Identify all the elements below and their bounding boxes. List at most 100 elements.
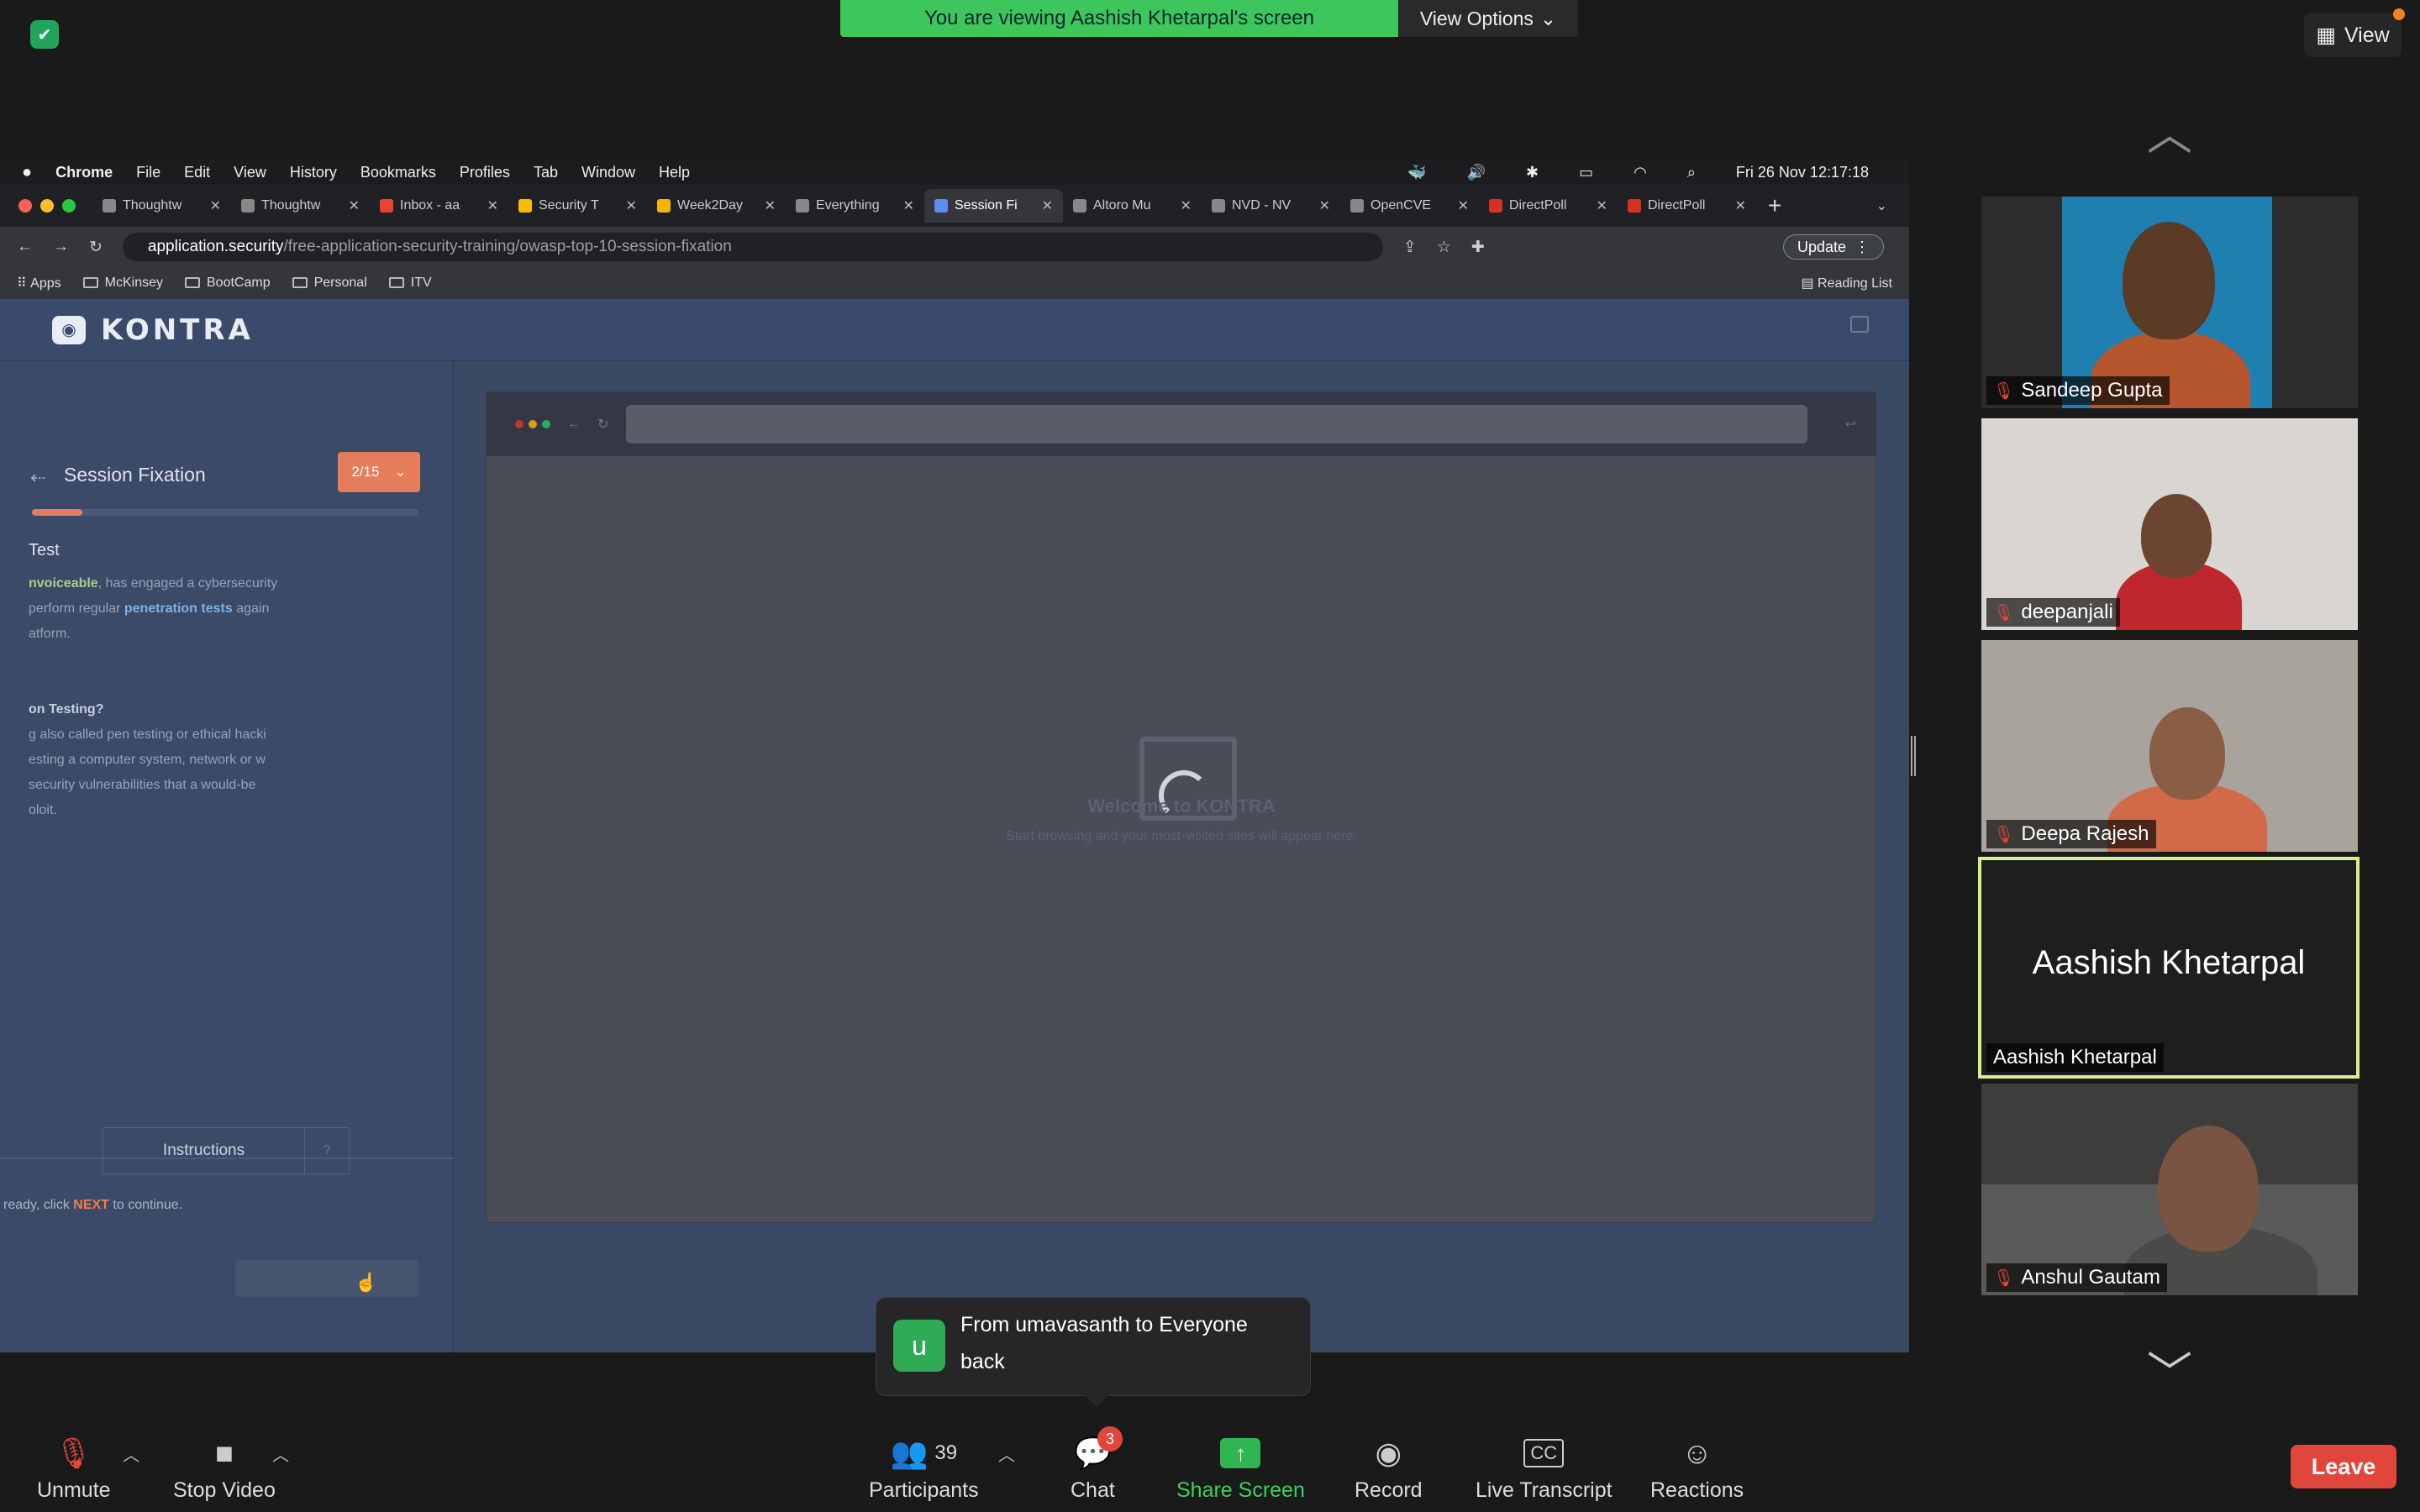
share-screen-button[interactable]: ↑ Share Screen [1176, 1435, 1305, 1503]
text-span: perform regular [29, 601, 124, 616]
url-field[interactable]: application.security/free-application-se… [122, 233, 1383, 261]
close-icon[interactable]: ✕ [1181, 197, 1192, 214]
forward-icon[interactable]: → [53, 238, 69, 256]
menu-history[interactable]: History [290, 164, 337, 181]
close-icon[interactable]: ✕ [765, 197, 776, 214]
close-window-icon[interactable] [18, 199, 32, 213]
bookmark-folder[interactable]: BootCamp [185, 276, 271, 291]
unmute-button[interactable]: 🎙 Unmute [37, 1435, 111, 1503]
unmute-label: Unmute [37, 1478, 111, 1502]
browser-tab[interactable]: Security T ✕ [508, 189, 647, 223]
mic-off-icon: 🎙 [1993, 1268, 2015, 1288]
browser-tab[interactable]: DirectPoll ✕ [1479, 189, 1618, 223]
bookmark-folder[interactable]: McKinsey [82, 276, 163, 291]
docker-icon: 🐳 [1407, 163, 1427, 181]
close-icon[interactable]: ✕ [1458, 197, 1469, 214]
participant-tile[interactable]: 🎙 Sandeep Gupta [1981, 197, 2358, 408]
browser-tab[interactable]: Everything ✕ [786, 189, 924, 223]
split-view-handle[interactable] [1911, 736, 1916, 776]
back-icon[interactable]: ← [567, 417, 581, 432]
menu-file[interactable]: File [136, 164, 160, 181]
update-label: Update [1797, 238, 1846, 255]
view-button[interactable]: ▦ View [2304, 13, 2402, 57]
close-icon[interactable]: ✕ [349, 197, 360, 214]
chevron-up-icon[interactable]: ︿ [2139, 112, 2200, 157]
close-icon[interactable]: ✕ [487, 197, 498, 214]
menu-edit[interactable]: Edit [184, 164, 210, 181]
audio-options-caret-icon[interactable]: ︿ [123, 1441, 139, 1466]
participant-tile[interactable]: 🎙 Deepa Rajesh [1981, 640, 2358, 852]
company-name: nvoiceable [29, 576, 98, 591]
participant-tile[interactable]: 🎙 Anshul Gautam [1981, 1084, 2358, 1295]
leave-button[interactable]: Leave [2291, 1445, 2396, 1488]
extensions-icon[interactable]: ✚ [1471, 238, 1485, 257]
close-icon[interactable]: ✕ [1735, 197, 1746, 214]
bookmark-folder[interactable]: ITV [388, 276, 432, 291]
participant-name: Deepa Rajesh [2021, 822, 2149, 845]
menu-profiles[interactable]: Profiles [460, 164, 510, 181]
menu-bookmarks[interactable]: Bookmarks [360, 164, 436, 181]
participants-button[interactable]: 👥 39 Participants [869, 1435, 979, 1503]
browser-tab-active[interactable]: Session Fi ✕ [924, 189, 1063, 223]
maximize-window-icon[interactable] [62, 199, 76, 213]
security-shield-icon[interactable]: ✔ [30, 20, 59, 49]
back-arrow-icon[interactable]: ⇠ [30, 467, 45, 489]
back-icon[interactable]: ← [17, 238, 33, 256]
browser-tab[interactable]: Altoro Mu ✕ [1063, 189, 1202, 223]
browser-tab[interactable]: Week2Day ✕ [647, 189, 786, 223]
record-button[interactable]: ◉ Record [1355, 1435, 1423, 1503]
mic-off-icon: 🎙 [1993, 381, 2015, 401]
next-button[interactable] [235, 1260, 418, 1297]
reload-icon[interactable]: ↻ [597, 416, 608, 433]
active-speaker-tile[interactable]: Aashish Khetarpal Aashish Khetarpal [1978, 857, 2360, 1079]
instructions-tab[interactable]: Instructions? [103, 1127, 350, 1174]
close-icon[interactable]: ✕ [903, 197, 914, 214]
browser-tab[interactable]: OpenCVE ✕ [1340, 189, 1479, 223]
help-icon[interactable]: ? [305, 1128, 349, 1173]
browser-tab[interactable]: DirectPoll ✕ [1618, 189, 1756, 223]
reading-list-button[interactable]: ▤ Reading List [1801, 275, 1892, 291]
exit-icon[interactable] [1850, 316, 1869, 333]
menu-view[interactable]: View [234, 164, 266, 181]
stop-video-button[interactable]: ■ Stop Video [173, 1435, 276, 1503]
tab-search-icon[interactable]: ⌄ [1876, 197, 1887, 214]
close-icon[interactable]: ✕ [1597, 197, 1607, 214]
browser-tab[interactable]: NVD - NV ✕ [1202, 189, 1340, 223]
view-options-button[interactable]: View Options ⌄ [1398, 0, 1578, 37]
browser-tab[interactable]: Thoughtw ✕ [92, 189, 231, 223]
enter-icon[interactable]: ↩ [1845, 416, 1856, 433]
video-options-caret-icon[interactable]: ︿ [272, 1441, 289, 1466]
browser-tab[interactable]: Thoughtw ✕ [231, 189, 370, 223]
new-tab-icon[interactable]: + [1768, 192, 1781, 219]
bookmark-apps[interactable]: ⠿ Apps [17, 275, 61, 291]
reactions-button[interactable]: ☺ Reactions [1650, 1435, 1744, 1503]
minimize-window-icon[interactable] [40, 199, 54, 213]
video-camera-icon: ■ [215, 1436, 234, 1470]
kontra-header: ◉ KONTRA [0, 299, 1909, 361]
live-transcript-button[interactable]: CC Live Transcript [1476, 1435, 1612, 1503]
menu-window[interactable]: Window [581, 164, 635, 181]
tab-label: Everything [816, 198, 880, 213]
close-icon[interactable]: ✕ [1042, 197, 1053, 214]
browser-tab[interactable]: Inbox - aa ✕ [370, 189, 508, 223]
close-icon[interactable]: ✕ [210, 197, 221, 214]
step-selector[interactable]: 2/15 ⌄ [338, 452, 420, 492]
close-icon[interactable]: ✕ [626, 197, 637, 214]
chat-notification[interactable]: u From umavasanth to Everyone back [876, 1297, 1311, 1407]
share-icon[interactable]: ⇪ [1403, 238, 1417, 257]
participant-tile[interactable]: 🎙 deepanjali [1981, 418, 2358, 630]
tab-label: DirectPoll [1648, 198, 1706, 213]
bookmark-folder[interactable]: Personal [292, 276, 367, 291]
tab-label: Altoro Mu [1093, 198, 1151, 213]
reload-icon[interactable]: ↻ [89, 238, 103, 257]
participants-caret-icon[interactable]: ︿ [998, 1441, 1015, 1466]
notification-dot [2393, 8, 2405, 20]
update-button[interactable]: Update ⋮ [1782, 234, 1884, 260]
close-icon[interactable]: ✕ [1319, 197, 1330, 214]
bookmark-star-icon[interactable]: ☆ [1437, 238, 1451, 257]
menu-tab[interactable]: Tab [534, 164, 558, 181]
chevron-down-icon[interactable]: ﹀ [2139, 1352, 2200, 1397]
embedded-url-field[interactable] [626, 405, 1807, 444]
menu-help[interactable]: Help [659, 164, 690, 181]
section-heading: Test [29, 541, 60, 559]
